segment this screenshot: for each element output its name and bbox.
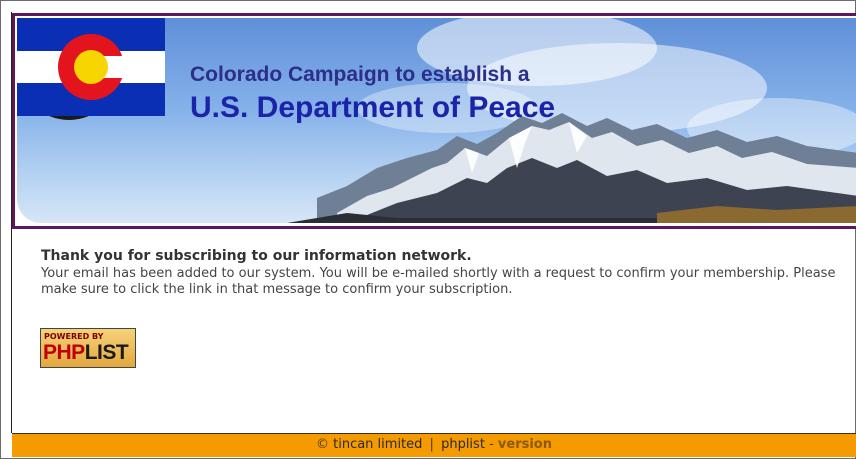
footer-bar: © tincan limited | phplist - version	[12, 433, 856, 457]
badge-powered-by-text: POWERED BY	[44, 332, 104, 341]
confirmation-heading: Thank you for subscribing to our informa…	[41, 248, 472, 264]
colorado-flag-icon	[17, 18, 165, 116]
footer-version-link[interactable]: version	[498, 437, 552, 452]
badge-logo-text: PHPLIST	[43, 341, 129, 365]
header-banner: Colorado Campaign to establish a U.S. De…	[12, 13, 856, 229]
banner-title-line2: U.S. Department of Peace	[190, 91, 556, 124]
powered-by-phplist-badge[interactable]: POWERED BY PHPLIST	[40, 328, 136, 368]
footer-separator: |	[429, 437, 434, 452]
banner-title-line1: Colorado Campaign to establish a	[190, 63, 530, 86]
footer-dash: -	[489, 437, 494, 452]
main-content: Thank you for subscribing to our informa…	[41, 248, 841, 298]
footer-company-link[interactable]: tincan limited	[333, 437, 422, 452]
copyright-icon: ©	[315, 437, 329, 452]
footer-phplist-link[interactable]: phplist	[441, 437, 485, 452]
banner-image: Colorado Campaign to establish a U.S. De…	[17, 18, 856, 223]
confirmation-message: Your email has been added to our system.…	[41, 266, 836, 297]
badge-list-text: LIST	[84, 341, 129, 364]
badge-php-text: PHP	[43, 341, 85, 364]
